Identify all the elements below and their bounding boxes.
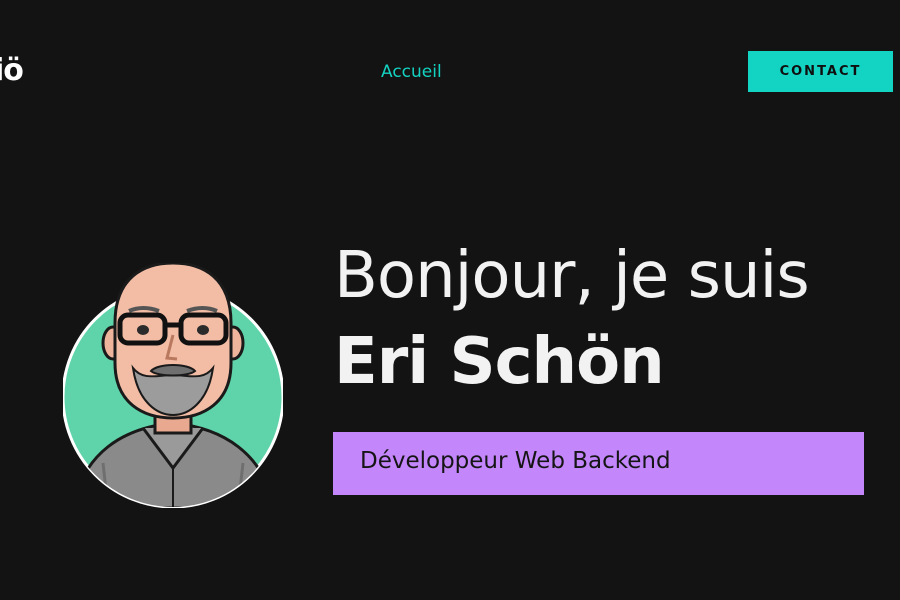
role-text: Développeur Web Backend: [360, 448, 671, 474]
avatar-illustration-icon: [63, 263, 283, 508]
hero-greeting: Bonjour, je suis: [334, 239, 810, 313]
contact-button[interactable]: CONTACT: [748, 51, 893, 92]
site-logo[interactable]: iö: [0, 53, 24, 88]
logo-text: iö: [0, 53, 24, 88]
hero-name: Eri Schön: [334, 325, 665, 399]
avatar: [63, 263, 283, 508]
role-badge: Développeur Web Backend: [333, 432, 864, 495]
nav-link-accueil[interactable]: Accueil: [381, 62, 442, 82]
